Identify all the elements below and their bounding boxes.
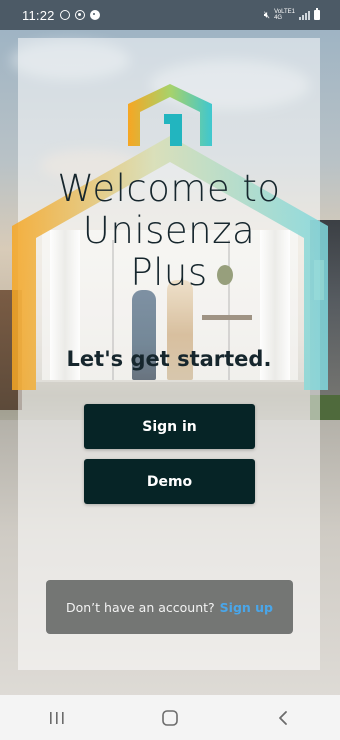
back-icon <box>279 710 288 725</box>
battery-icon <box>314 8 320 20</box>
network-indicator: VoLTE1 4G <box>274 9 295 21</box>
account-icon <box>89 10 100 20</box>
demo-button[interactable]: Demo <box>84 459 255 504</box>
signal-icon <box>299 10 310 20</box>
mute-icon: 🔇︎ <box>263 9 271 21</box>
status-left: 11:22 <box>0 8 100 23</box>
home-button[interactable] <box>140 698 200 738</box>
get-started-subtitle: Let's get started. <box>66 347 272 371</box>
sign-up-link[interactable]: Sign up <box>220 600 273 615</box>
home-icon <box>162 709 178 726</box>
signup-prompt: Don’t have an account? <box>65 599 215 615</box>
app-screen: 11:22 🔇︎ VoLTE1 4G Welcome to Unisenza P… <box>0 0 340 740</box>
network-line-2: 4G <box>274 15 283 21</box>
status-time: 11:22 <box>22 7 55 23</box>
welcome-title: Welcome to Unisenza Plus <box>57 167 281 294</box>
whatsapp-icon <box>59 10 70 20</box>
unisenza-logo <box>128 84 212 146</box>
system-nav-bar <box>0 695 340 740</box>
sign-in-button[interactable]: Sign in <box>84 404 255 449</box>
recent-apps-button[interactable] <box>27 698 87 738</box>
record-icon <box>74 10 85 20</box>
back-button[interactable] <box>253 698 313 738</box>
status-bar: 11:22 🔇︎ VoLTE1 4G <box>0 0 340 30</box>
signup-banner: Don’t have an account? Sign up <box>46 580 293 634</box>
recent-apps-icon <box>49 711 64 724</box>
status-right: 🔇︎ VoLTE1 4G <box>264 0 320 30</box>
